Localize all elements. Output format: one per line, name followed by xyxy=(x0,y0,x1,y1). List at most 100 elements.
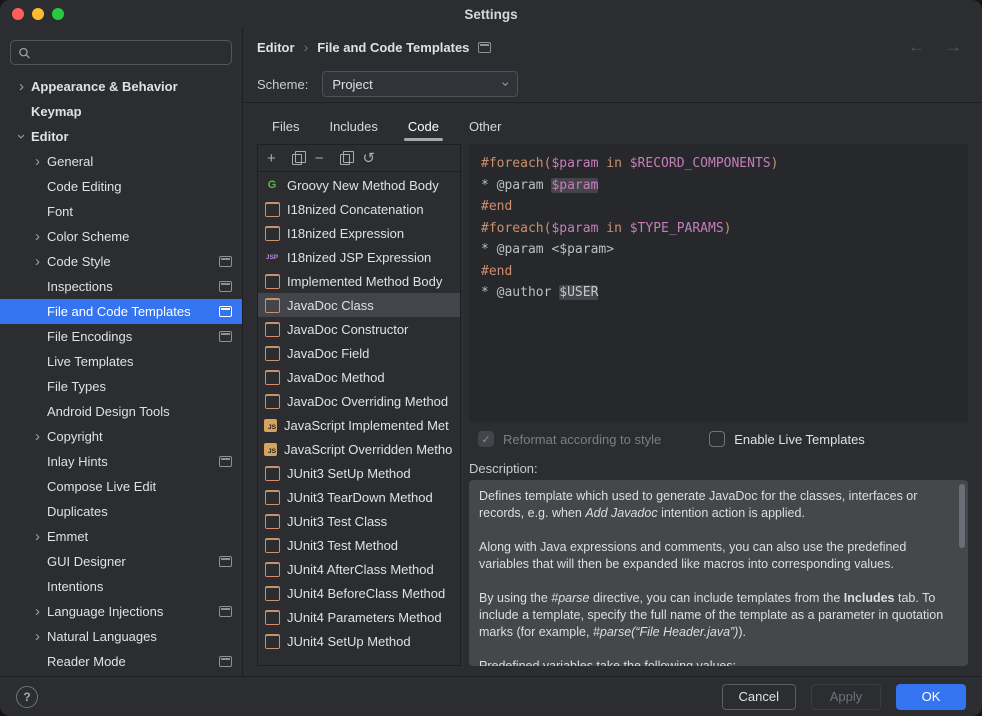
sidebar-item-live-templates[interactable]: Live Templates xyxy=(0,349,242,374)
template-item-junit3-teardown-method[interactable]: JUnit3 TearDown Method xyxy=(258,485,460,509)
template-item-junit3-test-class[interactable]: JUnit3 Test Class xyxy=(258,509,460,533)
sidebar-item-natural-languages[interactable]: ›Natural Languages xyxy=(0,624,242,649)
search-input[interactable] xyxy=(37,45,224,60)
js-file-icon: JS xyxy=(264,419,277,432)
template-label: JUnit3 SetUp Method xyxy=(287,466,411,481)
template-item-implemented-method-body[interactable]: Implemented Method Body xyxy=(258,269,460,293)
create-child-template-button[interactable] xyxy=(289,152,302,165)
description-label: Description: xyxy=(469,456,968,480)
sidebar-item-language-injections[interactable]: ›Language Injections xyxy=(0,599,242,624)
template-file-icon xyxy=(264,489,280,505)
sidebar-item-gui-designer[interactable]: GUI Designer xyxy=(0,549,242,574)
forward-button[interactable]: → xyxy=(945,37,962,57)
template-file-icon xyxy=(264,273,280,289)
sidebar-item-inspections[interactable]: Inspections xyxy=(0,274,242,299)
template-item-javadoc-class[interactable]: JavaDoc Class xyxy=(258,293,460,317)
template-file-icon xyxy=(264,513,280,529)
scrollbar-thumb[interactable] xyxy=(959,484,965,548)
template-item-javadoc-method[interactable]: JavaDoc Method xyxy=(258,365,460,389)
zoom-button[interactable] xyxy=(52,8,64,20)
template-item-groovy-new-method-body[interactable]: GGroovy New Method Body xyxy=(258,173,460,197)
template-item-junit4-afterclass-method[interactable]: JUnit4 AfterClass Method xyxy=(258,557,460,581)
chevron-right-icon[interactable]: › xyxy=(28,154,47,169)
sidebar-item-label: Inspections xyxy=(47,279,113,294)
sidebar-item-keymap[interactable]: Keymap xyxy=(0,99,242,124)
history-nav: ← → xyxy=(908,37,962,57)
template-item-i18nized-concatenation[interactable]: I18nized Concatenation xyxy=(258,197,460,221)
template-item-javadoc-overriding-method[interactable]: JavaDoc Overriding Method xyxy=(258,389,460,413)
search-field[interactable] xyxy=(10,40,232,65)
template-item-javascript-implemented-met[interactable]: JSJavaScript Implemented Met xyxy=(258,413,460,437)
back-button[interactable]: ← xyxy=(908,37,925,57)
template-list: GGroovy New Method BodyI18nized Concaten… xyxy=(258,172,460,665)
chevron-right-icon[interactable]: › xyxy=(28,604,47,619)
sidebar-item-editor[interactable]: ›Editor xyxy=(0,124,242,149)
template-item-i18nized-expression[interactable]: I18nized Expression xyxy=(258,221,460,245)
tab-includes[interactable]: Includes xyxy=(314,108,392,144)
sidebar-item-color-scheme[interactable]: ›Color Scheme xyxy=(0,224,242,249)
screen-icon xyxy=(219,606,232,617)
template-item-javadoc-constructor[interactable]: JavaDoc Constructor xyxy=(258,317,460,341)
code-line: #end xyxy=(481,196,956,218)
add-template-button[interactable]: + xyxy=(267,151,276,166)
help-button[interactable]: ? xyxy=(16,686,38,708)
sidebar-item-intentions[interactable]: Intentions xyxy=(0,574,242,599)
template-label: I18nized Expression xyxy=(287,226,404,241)
apply-button[interactable]: Apply xyxy=(811,684,881,710)
chevron-right-icon[interactable]: › xyxy=(28,529,47,544)
sidebar-item-duplicates[interactable]: Duplicates xyxy=(0,499,242,524)
cancel-button[interactable]: Cancel xyxy=(722,684,796,710)
reformat-checkbox[interactable]: Reformat according to style xyxy=(478,431,661,447)
remove-template-button[interactable]: − xyxy=(315,151,324,166)
sidebar-tree: ›Appearance & BehaviorKeymap›Editor›Gene… xyxy=(0,74,242,676)
chevron-right-icon[interactable]: › xyxy=(28,429,47,444)
main-area: ›Appearance & BehaviorKeymap›Editor›Gene… xyxy=(0,28,982,676)
sidebar-item-emmet[interactable]: ›Emmet xyxy=(0,524,242,549)
sidebar-item-inlay-hints[interactable]: Inlay Hints xyxy=(0,449,242,474)
tab-files[interactable]: Files xyxy=(257,108,314,144)
chevron-right-icon[interactable]: › xyxy=(28,629,47,644)
template-item-junit4-parameters-method[interactable]: JUnit4 Parameters Method xyxy=(258,605,460,629)
ok-button[interactable]: OK xyxy=(896,684,966,710)
close-button[interactable] xyxy=(12,8,24,20)
template-item-i18nized-jsp-expression[interactable]: JSPI18nized JSP Expression xyxy=(258,245,460,269)
scheme-select[interactable]: Project › xyxy=(322,71,518,97)
chevron-down-icon[interactable]: › xyxy=(14,127,29,146)
template-file-icon xyxy=(264,465,280,481)
sidebar-item-file-and-code-templates[interactable]: File and Code Templates xyxy=(0,299,242,324)
template-item-junit4-setup-method[interactable]: JUnit4 SetUp Method xyxy=(258,629,460,653)
sidebar-item-compose-live-edit[interactable]: Compose Live Edit xyxy=(0,474,242,499)
breadcrumb-editor[interactable]: Editor xyxy=(257,40,295,55)
sidebar-item-font[interactable]: Font xyxy=(0,199,242,224)
description-box[interactable]: Defines template which used to generate … xyxy=(469,480,968,666)
sidebar-item-label: Font xyxy=(47,204,73,219)
titlebar[interactable]: Settings xyxy=(0,0,982,28)
tab-other[interactable]: Other xyxy=(454,108,517,144)
copy-template-button[interactable] xyxy=(337,152,350,165)
sidebar-item-file-encodings[interactable]: File Encodings xyxy=(0,324,242,349)
enable-live-templates-checkbox[interactable]: Enable Live Templates xyxy=(709,431,865,447)
template-item-junit4-beforeclass-method[interactable]: JUnit4 BeforeClass Method xyxy=(258,581,460,605)
sidebar-item-label: Copyright xyxy=(47,429,103,444)
sidebar-item-general[interactable]: ›General xyxy=(0,149,242,174)
template-item-junit3-setup-method[interactable]: JUnit3 SetUp Method xyxy=(258,461,460,485)
sidebar-item-reader-mode[interactable]: Reader Mode xyxy=(0,649,242,674)
breadcrumb-page-title: File and Code Templates xyxy=(317,40,469,55)
template-item-junit3-test-method[interactable]: JUnit3 Test Method xyxy=(258,533,460,557)
template-item-javascript-overridden-metho[interactable]: JSJavaScript Overridden Metho xyxy=(258,437,460,461)
code-editor[interactable]: #foreach($param in $RECORD_COMPONENTS) *… xyxy=(469,144,968,422)
sidebar-item-appearance-behavior[interactable]: ›Appearance & Behavior xyxy=(0,74,242,99)
sidebar-item-code-style[interactable]: ›Code Style xyxy=(0,249,242,274)
reset-to-default-button[interactable]: ↺ xyxy=(363,151,376,166)
chevron-right-icon[interactable]: › xyxy=(28,229,47,244)
sidebar-item-android-design-tools[interactable]: Android Design Tools xyxy=(0,399,242,424)
sidebar-item-file-types[interactable]: File Types xyxy=(0,374,242,399)
sidebar-item-copyright[interactable]: ›Copyright xyxy=(0,424,242,449)
minimize-button[interactable] xyxy=(32,8,44,20)
chevron-right-icon[interactable]: › xyxy=(28,254,47,269)
sidebar-item-code-editing[interactable]: Code Editing xyxy=(0,174,242,199)
templates-body: + − ↺ GGroovy New Method BodyI18nized Conc… xyxy=(257,144,968,676)
chevron-right-icon[interactable]: › xyxy=(12,79,31,94)
tab-code[interactable]: Code xyxy=(393,108,454,144)
template-item-javadoc-field[interactable]: JavaDoc Field xyxy=(258,341,460,365)
